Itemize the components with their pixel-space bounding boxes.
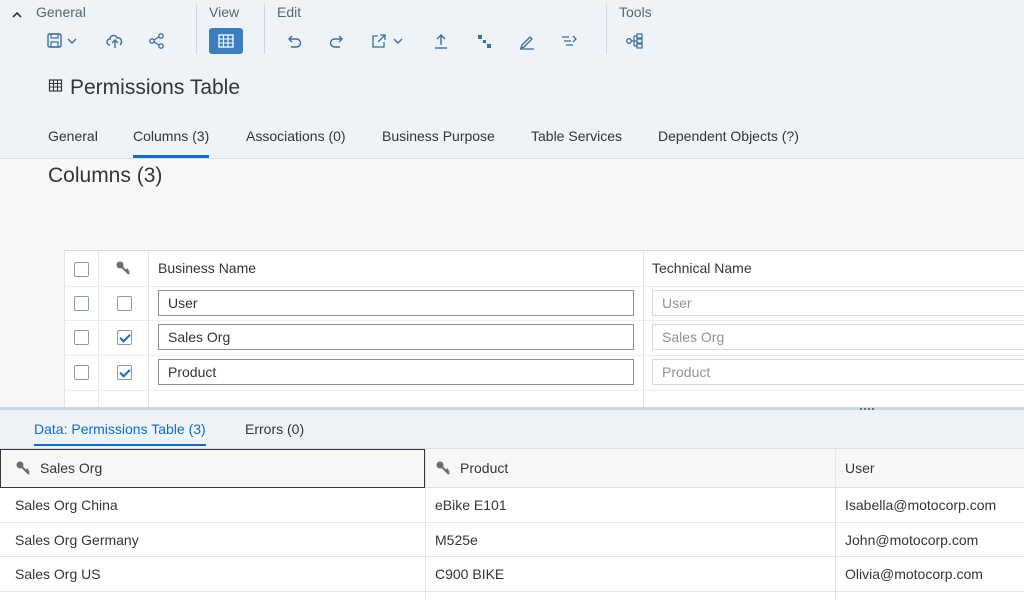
key-checkbox[interactable] [117, 365, 132, 380]
object-header: Permissions Table General Columns (3) As… [0, 66, 1024, 159]
toolbar-group-tools: Tools [606, 0, 706, 62]
tab-columns[interactable]: Columns (3) [133, 128, 210, 158]
column-divider [64, 251, 65, 409]
key-checkbox[interactable] [117, 330, 132, 345]
column-divider [425, 449, 426, 600]
tab-data-preview[interactable]: Data: Permissions Table (3) [34, 421, 206, 446]
business-name-input[interactable]: User [158, 290, 634, 316]
technical-name-input[interactable]: Sales Org [652, 324, 1024, 350]
chevron-up-icon[interactable] [4, 2, 30, 28]
group-title-edit: Edit [277, 4, 302, 20]
cell-sales-org: Sales Org Germany [15, 532, 139, 548]
column-header-label: User [845, 460, 875, 476]
column-divider [98, 251, 99, 409]
row-divider [64, 286, 1024, 287]
key-icon [115, 260, 131, 276]
row-divider [64, 320, 1024, 321]
toolbar: General View Edit Tools [0, 0, 1024, 67]
tab-dependent-objects[interactable]: Dependent Objects (?) [658, 128, 799, 158]
toolbar-group-view: View [196, 0, 264, 62]
table-view-icon[interactable] [209, 28, 243, 54]
table-icon [48, 78, 64, 94]
share-icon[interactable] [144, 28, 170, 54]
business-name-input[interactable]: Product [158, 359, 634, 385]
toolbar-group-edit: Edit [264, 0, 606, 62]
tab-errors[interactable]: Errors (0) [245, 421, 304, 437]
row-select-checkbox[interactable] [74, 330, 89, 345]
cell-product: eBike E101 [435, 497, 507, 513]
redo-icon[interactable] [324, 28, 350, 54]
cell-sales-org: Sales Org China [15, 497, 118, 513]
column-header-product[interactable]: Product [426, 449, 835, 488]
group-title-tools: Tools [619, 4, 652, 20]
impact-lineage-icon[interactable] [622, 28, 648, 54]
business-name-input[interactable]: Sales Org [158, 324, 634, 350]
toolbar-group-general: General [0, 0, 196, 62]
key-checkbox[interactable] [117, 296, 132, 311]
column-header-label: Sales Org [40, 460, 103, 476]
data-preview-panel: Data: Permissions Table (3) Errors (0) S… [0, 410, 1024, 600]
row-divider [64, 355, 1024, 356]
technical-name-input[interactable]: User [652, 290, 1024, 316]
tab-associations[interactable]: Associations (0) [246, 128, 346, 158]
cell-product: M525e [435, 532, 478, 548]
select-all-checkbox[interactable] [74, 262, 89, 277]
column-header-label: Product [460, 460, 509, 476]
column-divider [643, 251, 644, 409]
cell-sales-org: Sales Org US [15, 566, 101, 582]
key-icon [435, 460, 451, 476]
row-divider [0, 591, 1024, 592]
cell-user: Isabella@motocorp.com [845, 497, 997, 513]
group-title-general: General [36, 4, 86, 20]
undo-icon[interactable] [281, 28, 307, 54]
bottom-tab-bar: Data: Permissions Table (3) Errors (0) [0, 410, 1024, 449]
cloud-upload-icon[interactable] [102, 28, 128, 54]
row-select-checkbox[interactable] [74, 296, 89, 311]
column-header-technical-name[interactable]: Technical Name [652, 251, 752, 285]
column-divider [835, 449, 836, 600]
row-select-checkbox[interactable] [74, 365, 89, 380]
chevron-down-icon[interactable] [64, 28, 80, 54]
tab-general[interactable]: General [48, 128, 98, 158]
section-title: Columns (3) [48, 164, 163, 187]
column-header-sales-org[interactable]: Sales Org [0, 449, 425, 488]
key-icon [15, 460, 31, 476]
technical-name-input[interactable]: Product [652, 359, 1024, 385]
column-header-user[interactable]: User [836, 449, 1024, 488]
chevron-down-icon[interactable] [390, 28, 406, 54]
columns-table: Business Name Technical Name User User S… [64, 250, 1024, 409]
column-header-business-name[interactable]: Business Name [158, 251, 256, 285]
pencil-icon[interactable] [514, 28, 540, 54]
row-divider [64, 390, 1024, 391]
upload-icon[interactable] [428, 28, 454, 54]
column-divider [148, 251, 149, 409]
cell-product: C900 BIKE [435, 566, 505, 582]
cell-user: Olivia@motocorp.com [845, 566, 983, 582]
group-title-view: View [209, 4, 240, 20]
cell-user: John@motocorp.com [845, 532, 979, 548]
tab-table-services[interactable]: Table Services [531, 128, 622, 158]
tab-business-purpose[interactable]: Business Purpose [382, 128, 495, 158]
hierarchy-icon[interactable] [471, 28, 497, 54]
sort-icon[interactable] [556, 28, 582, 54]
page-title: Permissions Table [70, 76, 241, 99]
export-icon[interactable] [366, 28, 392, 54]
